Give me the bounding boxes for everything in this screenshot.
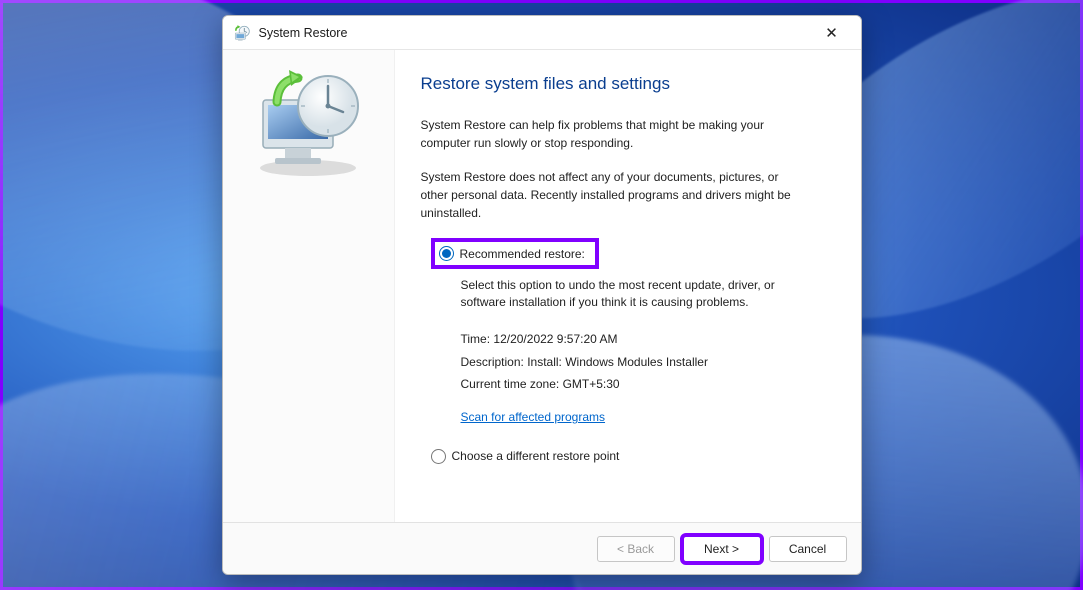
system-restore-icon <box>233 24 251 42</box>
close-button[interactable]: ✕ <box>811 16 853 50</box>
recommended-option-block: Recommended restore: Select this option … <box>431 238 833 429</box>
different-option-block: Choose a different restore point <box>431 449 833 464</box>
detail-timezone: Current time zone: GMT+5:30 <box>461 373 833 396</box>
system-restore-window: System Restore ✕ <box>222 15 862 575</box>
cancel-button[interactable]: Cancel <box>769 536 847 562</box>
recommended-restore-radio-row[interactable]: Recommended restore: <box>431 238 599 269</box>
recommended-restore-radio[interactable] <box>439 246 454 261</box>
window-body: Restore system files and settings System… <box>223 50 861 522</box>
recommended-restore-description: Select this option to undo the most rece… <box>461 277 791 312</box>
different-restore-label: Choose a different restore point <box>452 449 620 463</box>
scan-affected-programs-link[interactable]: Scan for affected programs <box>461 406 606 429</box>
window-title: System Restore <box>259 26 348 40</box>
system-restore-graphic-icon <box>243 68 373 178</box>
next-button[interactable]: Next > <box>683 536 761 562</box>
back-button: < Back <box>597 536 675 562</box>
titlebar: System Restore ✕ <box>223 16 861 50</box>
different-restore-radio[interactable] <box>431 449 446 464</box>
wizard-content: Restore system files and settings System… <box>395 50 861 522</box>
restore-point-details: Time: 12/20/2022 9:57:20 AM Description:… <box>461 328 833 429</box>
wizard-sidebar <box>223 50 395 522</box>
detail-time: Time: 12/20/2022 9:57:20 AM <box>461 328 833 351</box>
different-restore-radio-row[interactable]: Choose a different restore point <box>431 449 833 464</box>
recommended-restore-label: Recommended restore: <box>460 247 585 261</box>
intro-paragraph-1: System Restore can help fix problems tha… <box>421 116 801 152</box>
detail-description: Description: Install: Windows Modules In… <box>461 351 833 374</box>
desktop-background: System Restore ✕ <box>0 0 1083 590</box>
intro-paragraph-2: System Restore does not affect any of yo… <box>421 168 801 222</box>
wizard-footer: < Back Next > Cancel <box>223 522 861 574</box>
page-heading: Restore system files and settings <box>421 74 833 94</box>
